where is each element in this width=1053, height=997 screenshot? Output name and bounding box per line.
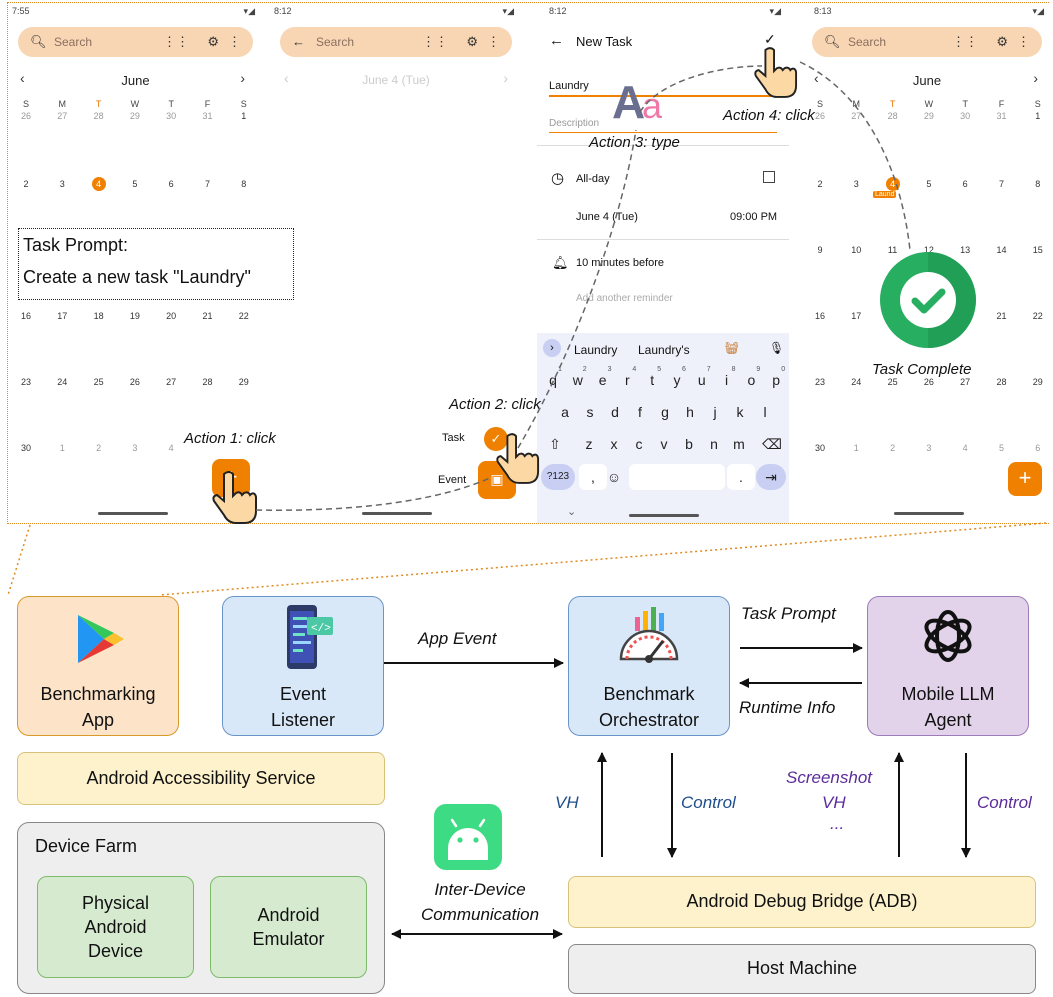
edge-control-agent: Control: [977, 793, 1032, 812]
edge-vh-agent: VH: [822, 793, 846, 812]
edge-app-event: App Event: [418, 629, 497, 648]
diagram-arrows: [384, 643, 971, 939]
edge-screenshot: Screenshot: [786, 768, 872, 787]
edge-ellipsis: ...: [830, 814, 845, 833]
edge-runtime-info: Runtime Info: [739, 698, 836, 717]
edge-inter-device: Inter-Device Communication: [420, 880, 540, 924]
edge-vh: VH: [555, 793, 579, 812]
edge-control: Control: [681, 793, 736, 812]
edge-task-prompt: Task Prompt: [741, 604, 836, 623]
